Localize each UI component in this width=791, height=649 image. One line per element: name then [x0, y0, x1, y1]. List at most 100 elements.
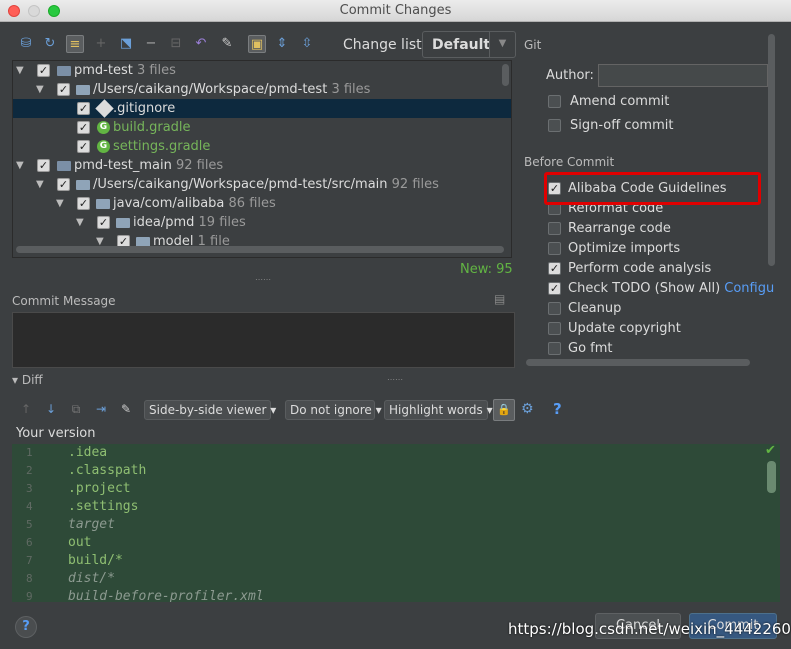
splitter-grip-icon[interactable]: ⋯⋯: [387, 375, 403, 384]
tree-row[interactable]: ✓ .gitignore: [13, 99, 511, 118]
chevron-down-icon: ▾: [270, 403, 277, 417]
checkbox[interactable]: ✓: [77, 197, 90, 210]
checkbox[interactable]: ✓: [77, 140, 90, 153]
vcs-lock-icon[interactable]: ⛁: [17, 35, 35, 53]
folder-icon: [116, 218, 130, 228]
ignore-whitespace-dropdown[interactable]: Do not ignore ▾: [285, 400, 382, 420]
line-number: 5: [26, 518, 33, 531]
edit-source-icon[interactable]: ✎: [218, 35, 236, 53]
tree-row[interactable]: ▼ ✓ /Users/caikang/Workspace/pmd-test 3 …: [13, 80, 511, 99]
expand-arrow-icon[interactable]: ▼: [16, 61, 24, 80]
tree-row[interactable]: ▼ ✓ /Users/caikang/Workspace/pmd-test/sr…: [13, 175, 511, 194]
commit-message-history-icon[interactable]: ▤: [494, 292, 510, 306]
collapse-arrow-icon: ▾: [12, 373, 19, 387]
checkbox[interactable]: ✓: [37, 159, 50, 172]
expand-arrow-icon[interactable]: ▼: [36, 175, 44, 194]
show-diff-preview-icon[interactable]: ▣: [248, 35, 266, 53]
code-line[interactable]: out: [68, 534, 91, 552]
gear-icon[interactable]: ⚙: [521, 401, 534, 417]
code-line[interactable]: .classpath: [68, 462, 146, 480]
checkbox[interactable]: ✓: [77, 102, 90, 115]
edit-icon[interactable]: ✎: [118, 401, 134, 417]
code-line[interactable]: .idea: [68, 444, 107, 462]
collapse-all-icon[interactable]: ⇳: [298, 35, 316, 53]
viewer-mode-dropdown[interactable]: Side-by-side viewer ▾: [144, 400, 276, 420]
expand-all-icon[interactable]: ⇕: [273, 35, 291, 53]
expand-arrow-icon[interactable]: ▼: [16, 156, 24, 175]
editor-scrollbar-thumb[interactable]: [767, 461, 776, 493]
author-input[interactable]: [598, 64, 768, 87]
checkbox[interactable]: [548, 222, 561, 235]
options-vertical-scrollbar[interactable]: [768, 34, 775, 266]
tree-row[interactable]: ▼ ✓ idea/pmd 19 files: [13, 213, 511, 232]
folder-icon: [76, 85, 90, 95]
rollback-icon[interactable]: ↶: [192, 35, 210, 53]
remove-icon[interactable]: −: [142, 35, 160, 53]
tree-vertical-scrollbar[interactable]: [502, 64, 509, 86]
your-version-label: Your version: [16, 426, 96, 441]
tree-row-label: .gitignore: [113, 101, 176, 116]
help-button[interactable]: ?: [15, 616, 37, 638]
options-horizontal-scrollbar[interactable]: [526, 359, 750, 366]
changes-tree[interactable]: ▼ ✓ pmd-test 3 files ▼ ✓ /Users/caikang/…: [12, 60, 512, 258]
lock-icon[interactable]: 🔒: [493, 399, 515, 421]
checkbox[interactable]: ✓: [97, 216, 110, 229]
checkbox[interactable]: [548, 95, 561, 108]
previous-file-icon[interactable]: ⧉: [68, 401, 84, 417]
diff-help-icon[interactable]: ?: [553, 400, 562, 418]
tree-row-label: idea/pmd: [133, 215, 195, 230]
diff-icon[interactable]: ⊟: [167, 35, 185, 53]
checkbox[interactable]: ✓: [77, 121, 90, 134]
previous-difference-icon[interactable]: ↑: [18, 401, 34, 417]
tree-horizontal-scrollbar[interactable]: [16, 246, 504, 253]
checkbox[interactable]: [548, 302, 561, 315]
folder-icon: [76, 180, 90, 190]
checkbox[interactable]: ✓: [548, 282, 561, 295]
diff-section-toggle[interactable]: ▾ Diff: [12, 373, 43, 387]
expand-arrow-icon[interactable]: ▼: [76, 213, 84, 232]
expand-arrow-icon[interactable]: ▼: [36, 80, 44, 99]
highlight-mode-dropdown[interactable]: Highlight words ▾: [384, 400, 493, 420]
line-number: 4: [26, 500, 33, 513]
chevron-down-icon[interactable]: ▼: [489, 32, 515, 57]
line-number: 2: [26, 464, 33, 477]
configure-todo-link[interactable]: Configu: [724, 281, 774, 296]
checkbox[interactable]: ✓: [57, 178, 70, 191]
tree-row[interactable]: ✓ G settings.gradle: [13, 137, 511, 156]
tree-row-label: /Users/caikang/Workspace/pmd-test/src/ma…: [93, 177, 388, 192]
chevron-down-icon: ▾: [375, 403, 382, 417]
tree-row[interactable]: ▼ ✓ pmd-test 3 files: [13, 61, 511, 80]
line-number: 9: [26, 590, 33, 602]
tree-row[interactable]: ▼ ✓ pmd-test_main 92 files: [13, 156, 511, 175]
refresh-icon[interactable]: ↻: [41, 35, 59, 53]
splitter-grip-icon[interactable]: ⋯⋯: [255, 275, 271, 284]
checkbox[interactable]: ✓: [548, 262, 561, 275]
group-by-icon[interactable]: ≡: [66, 35, 84, 53]
checkbox[interactable]: ✓: [57, 83, 70, 96]
code-line[interactable]: target: [68, 516, 115, 534]
code-line[interactable]: build/*: [68, 552, 123, 570]
add-icon[interactable]: +: [92, 35, 110, 53]
checkbox[interactable]: [548, 119, 561, 132]
commit-message-input[interactable]: [12, 312, 515, 368]
jump-to-source-icon[interactable]: ⇥: [93, 401, 109, 417]
tree-row-label: pmd-test: [74, 63, 133, 78]
checkbox[interactable]: [548, 242, 561, 255]
code-line[interactable]: build-before-profiler.xml: [68, 588, 264, 602]
expand-arrow-icon[interactable]: ▼: [56, 194, 64, 213]
watermark-text: https://blog.csdn.net/weixin_44422604: [508, 620, 791, 638]
line-number: 1: [26, 446, 33, 459]
tree-row-label: build.gradle: [113, 120, 191, 135]
code-line[interactable]: .settings: [68, 498, 138, 516]
code-line[interactable]: .project: [68, 480, 131, 498]
checkbox[interactable]: ✓: [37, 64, 50, 77]
checkbox[interactable]: [548, 322, 561, 335]
tree-row[interactable]: ✓ G build.gradle: [13, 118, 511, 137]
tree-row-label: settings.gradle: [113, 139, 211, 154]
move-to-changelist-icon[interactable]: ⬔: [117, 35, 135, 53]
tree-row[interactable]: ▼ ✓ java/com/alibaba 86 files: [13, 194, 511, 213]
code-line[interactable]: dist/*: [68, 570, 115, 588]
checkbox[interactable]: [548, 342, 561, 355]
diff-editor[interactable]: 1 .idea 2 .classpath 3 .project 4 .setti…: [12, 444, 780, 602]
next-difference-icon[interactable]: ↓: [43, 401, 59, 417]
